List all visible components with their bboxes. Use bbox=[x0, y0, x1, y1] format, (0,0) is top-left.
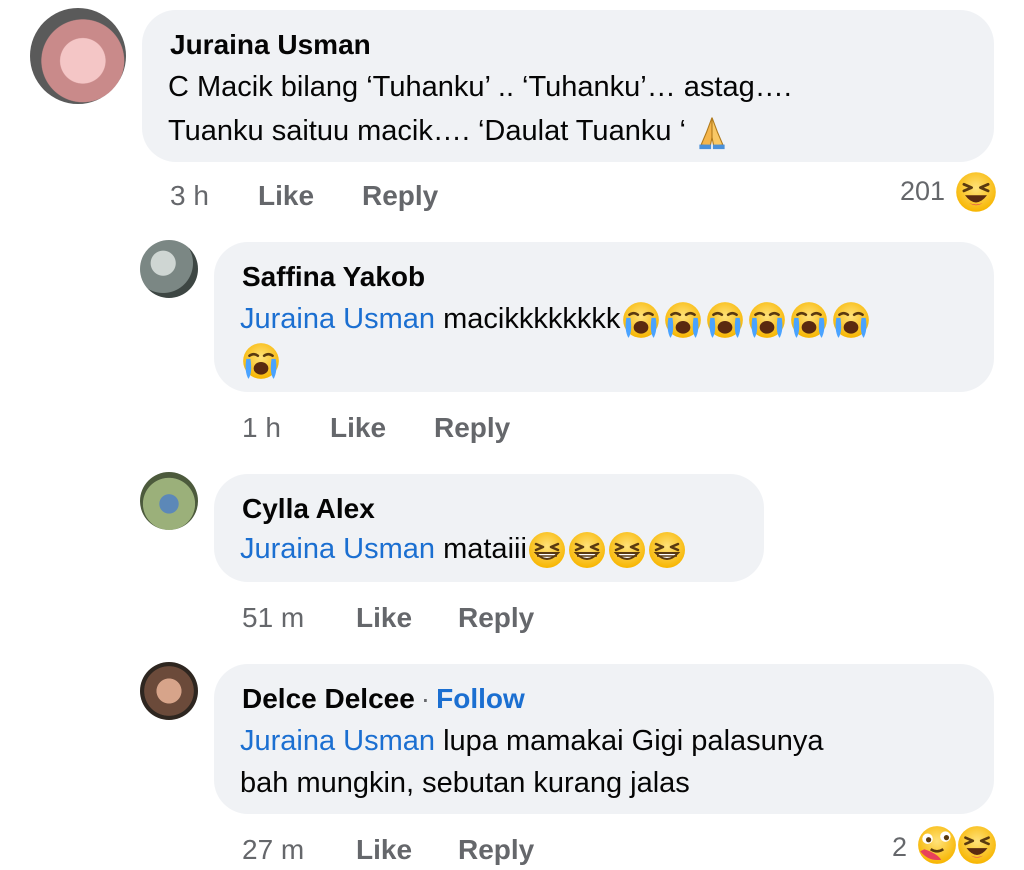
follow-button[interactable]: Follow bbox=[436, 683, 525, 714]
reply-button[interactable]: Reply bbox=[458, 834, 534, 866]
reactions-count[interactable]: 201 bbox=[900, 176, 945, 207]
comment-text-line: Juraina Usman lupa mamakai Gigi palasuny… bbox=[240, 720, 824, 763]
crying-face-icon bbox=[662, 299, 704, 341]
laughing-face-icon[interactable] bbox=[956, 824, 998, 866]
avatar-saffina-yakob[interactable] bbox=[140, 240, 198, 298]
reply-button[interactable]: Reply bbox=[434, 412, 510, 444]
like-button[interactable]: Like bbox=[258, 180, 314, 212]
avatar-cylla-alex[interactable] bbox=[140, 472, 198, 530]
reply-button[interactable]: Reply bbox=[362, 180, 438, 212]
comment-text-line-2: Tuanku saituu macik…. ‘Daulat Tuanku ‘ bbox=[168, 115, 686, 147]
comment-author-row: Delce Delcee · Follow bbox=[242, 682, 525, 716]
comment-text: lupa mamakai Gigi palasunya bbox=[443, 725, 824, 757]
crying-face-icon bbox=[746, 299, 788, 341]
mention-link[interactable]: Juraina Usman bbox=[240, 725, 435, 757]
crying-face-icon bbox=[788, 299, 830, 341]
hugging-face-icon[interactable] bbox=[916, 824, 958, 866]
comment-text-line: C Macik bilang ‘Tuhanku’ .. ‘Tuhanku’… a… bbox=[168, 71, 792, 103]
laughing-face-icon[interactable] bbox=[954, 170, 998, 214]
grinning-squint-icon bbox=[567, 530, 607, 570]
comment-author[interactable]: Saffina Yakob bbox=[242, 260, 425, 294]
comment-text-line: Juraina Usman macikkkkkkkk bbox=[240, 298, 872, 341]
comment-time[interactable]: 27 m bbox=[242, 834, 304, 866]
crying-face-icon bbox=[620, 299, 662, 341]
separator-dot: · bbox=[420, 683, 431, 714]
grinning-squint-icon bbox=[607, 530, 647, 570]
like-button[interactable]: Like bbox=[356, 834, 412, 866]
grinning-squint-icon bbox=[527, 530, 567, 570]
comment-text-line: Tuanku saituu macik…. ‘Daulat Tuanku ‘ bbox=[168, 110, 730, 153]
crying-face-icon bbox=[240, 340, 282, 382]
comment-text: mataiii bbox=[443, 533, 527, 565]
reply-button[interactable]: Reply bbox=[458, 602, 534, 634]
mention-link[interactable]: Juraina Usman bbox=[240, 303, 435, 335]
comment-author[interactable]: Cylla Alex bbox=[242, 492, 375, 526]
avatar-delce-delcee[interactable] bbox=[140, 662, 198, 720]
comment-author[interactable]: Juraina Usman bbox=[170, 28, 371, 62]
comment-text-line: bah mungkin, sebutan kurang jalas bbox=[240, 767, 690, 799]
comment-time[interactable]: 3 h bbox=[170, 180, 209, 212]
comment-time[interactable]: 1 h bbox=[242, 412, 281, 444]
like-button[interactable]: Like bbox=[330, 412, 386, 444]
crying-face-icon bbox=[830, 299, 872, 341]
comment-author[interactable]: Delce Delcee bbox=[242, 683, 415, 714]
comment-text-line: Juraina Usman mataiii bbox=[240, 528, 687, 571]
praying-hands-icon bbox=[694, 114, 730, 150]
like-button[interactable]: Like bbox=[356, 602, 412, 634]
grinning-squint-icon bbox=[647, 530, 687, 570]
crying-face-icon bbox=[704, 299, 746, 341]
reactions-count[interactable]: 2 bbox=[892, 832, 907, 863]
avatar-juraina-usman[interactable] bbox=[30, 8, 126, 104]
comment-time[interactable]: 51 m bbox=[242, 602, 304, 634]
comment-text: macikkkkkkkk bbox=[443, 303, 621, 335]
mention-link[interactable]: Juraina Usman bbox=[240, 533, 435, 565]
